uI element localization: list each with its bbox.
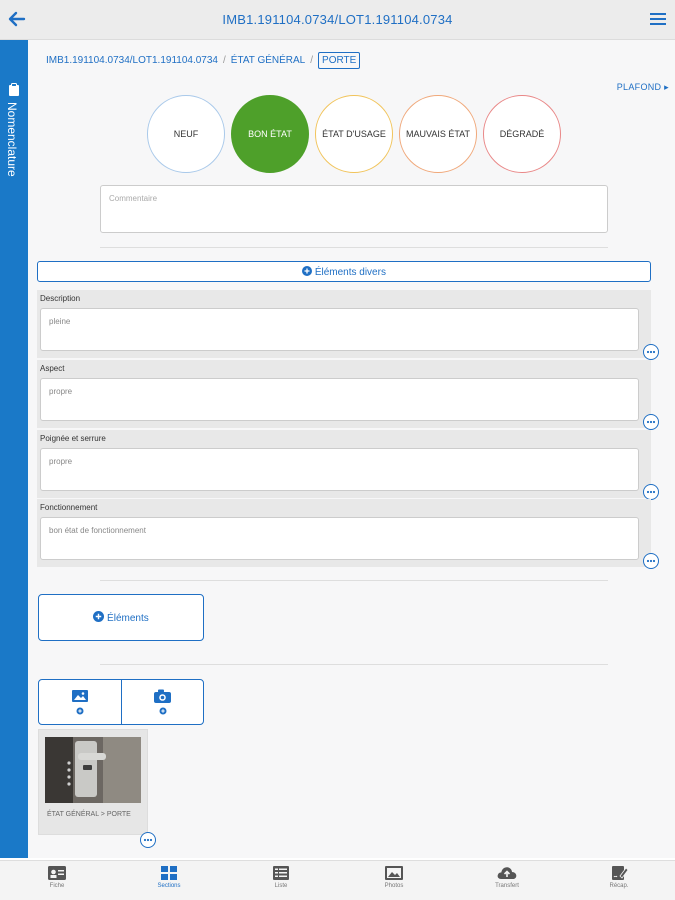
elements-divers-button[interactable]: Éléments divers bbox=[37, 261, 651, 282]
section-poignee-serrure: Poignée et serrure propre bbox=[37, 430, 659, 500]
state-button-neuf[interactable]: NEUF bbox=[147, 95, 225, 173]
breadcrumb-item-current: PORTE bbox=[318, 52, 361, 69]
tab-liste[interactable]: Liste bbox=[226, 865, 336, 889]
comment-field[interactable]: Commentaire bbox=[100, 185, 608, 233]
tab-label: Liste bbox=[274, 883, 288, 889]
state-button-mauvais-etat[interactable]: MAUVAIS ÉTAT bbox=[399, 95, 477, 173]
tab-transfert[interactable]: Transfert bbox=[452, 865, 562, 889]
description-field[interactable]: pleine bbox=[40, 308, 639, 351]
signature-icon bbox=[612, 866, 629, 880]
nomenclature-side-tab[interactable]: Nomenclature bbox=[0, 40, 28, 858]
section-label: Description bbox=[40, 294, 81, 303]
breadcrumb-item-lot[interactable]: IMB1.191104.0734/LOT1.191104.0734 bbox=[46, 55, 218, 66]
section-aspect: Aspect propre bbox=[37, 360, 659, 430]
gallery-image-icon bbox=[72, 690, 88, 702]
state-button-degrade[interactable]: DÉGRADÉ bbox=[483, 95, 561, 173]
divider bbox=[100, 664, 608, 665]
tab-sections[interactable]: Sections bbox=[114, 865, 224, 889]
photo-thumbnail[interactable]: ÉTAT GÉNÉRAL > PORTE bbox=[38, 729, 156, 848]
bottom-nav: Fiche Sections Liste Photos Transfert Ré… bbox=[0, 860, 675, 900]
add-elements-button[interactable]: Éléments bbox=[38, 594, 204, 641]
more-options-icon[interactable] bbox=[140, 832, 156, 848]
triangle-right-icon: ▸ bbox=[664, 82, 669, 92]
cloud-upload-icon bbox=[497, 867, 517, 879]
tab-fiche[interactable]: Fiche bbox=[2, 865, 112, 889]
section-label: Fonctionnement bbox=[40, 503, 98, 512]
hamburger-menu-icon[interactable] bbox=[649, 10, 667, 28]
tab-label: Sections bbox=[157, 883, 181, 889]
add-elements-label: Éléments bbox=[107, 613, 149, 624]
tab-label: Fiche bbox=[49, 883, 65, 889]
photo-caption: ÉTAT GÉNÉRAL > PORTE bbox=[47, 811, 131, 818]
list-icon bbox=[273, 866, 289, 880]
section-label: Aspect bbox=[40, 364, 65, 373]
more-options-icon[interactable] bbox=[643, 414, 659, 430]
comment-placeholder: Commentaire bbox=[109, 194, 158, 203]
page-title: IMB1.191104.0734/LOT1.191104.0734 bbox=[222, 12, 453, 27]
breadcrumb-separator: / bbox=[223, 55, 226, 66]
add-from-gallery-button[interactable] bbox=[39, 680, 121, 724]
nomenclature-label: Nomenclature bbox=[5, 102, 19, 177]
section-label: Poignée et serrure bbox=[40, 434, 106, 443]
tab-label: Transfert bbox=[495, 883, 519, 889]
section-fonctionnement: Fonctionnement bon état de fonctionnemen… bbox=[37, 499, 659, 569]
breadcrumb-item-etat-general[interactable]: ÉTAT GÉNÉRAL bbox=[231, 55, 305, 66]
state-button-bon-etat[interactable]: BON ÉTAT bbox=[231, 95, 309, 173]
section-description: Description pleine bbox=[37, 290, 659, 360]
fonctionnement-field[interactable]: bon état de fonctionnement bbox=[40, 517, 639, 560]
divider bbox=[100, 247, 608, 248]
take-photo-button[interactable] bbox=[122, 680, 204, 724]
tab-label: Photos bbox=[384, 883, 404, 889]
door-handle-photo bbox=[45, 737, 141, 803]
state-button-etat-usage[interactable]: ÉTAT D'USAGE bbox=[315, 95, 393, 173]
more-options-icon[interactable] bbox=[643, 344, 659, 360]
elements-divers-label: Éléments divers bbox=[314, 267, 386, 278]
photo-buttons bbox=[38, 679, 204, 725]
plus-circle-icon bbox=[302, 266, 313, 276]
next-room-link[interactable]: PLAFOND ▸ bbox=[617, 82, 669, 93]
next-room-label: PLAFOND bbox=[616, 82, 662, 92]
breadcrumb-separator: / bbox=[310, 55, 314, 66]
grid-icon bbox=[161, 866, 177, 880]
divider bbox=[100, 580, 608, 581]
plus-circle-icon bbox=[159, 707, 167, 715]
top-bar: IMB1.191104.0734/LOT1.191104.0734 bbox=[0, 0, 675, 40]
tab-recap[interactable]: Récap. bbox=[564, 865, 674, 889]
camera-icon bbox=[154, 689, 171, 703]
clipboard-icon bbox=[9, 83, 19, 96]
more-options-icon[interactable] bbox=[643, 553, 659, 569]
tab-photos[interactable]: Photos bbox=[339, 865, 449, 889]
id-card-icon bbox=[48, 866, 66, 880]
tab-label: Récap. bbox=[609, 883, 629, 889]
plus-circle-icon bbox=[76, 707, 84, 715]
breadcrumb: IMB1.191104.0734/LOT1.191104.0734 / ÉTAT… bbox=[46, 52, 361, 69]
image-icon bbox=[385, 866, 403, 880]
poignee-serrure-field[interactable]: propre bbox=[40, 448, 639, 491]
plus-circle-icon bbox=[93, 611, 105, 622]
aspect-field[interactable]: propre bbox=[40, 378, 639, 421]
more-options-icon[interactable] bbox=[643, 484, 659, 500]
